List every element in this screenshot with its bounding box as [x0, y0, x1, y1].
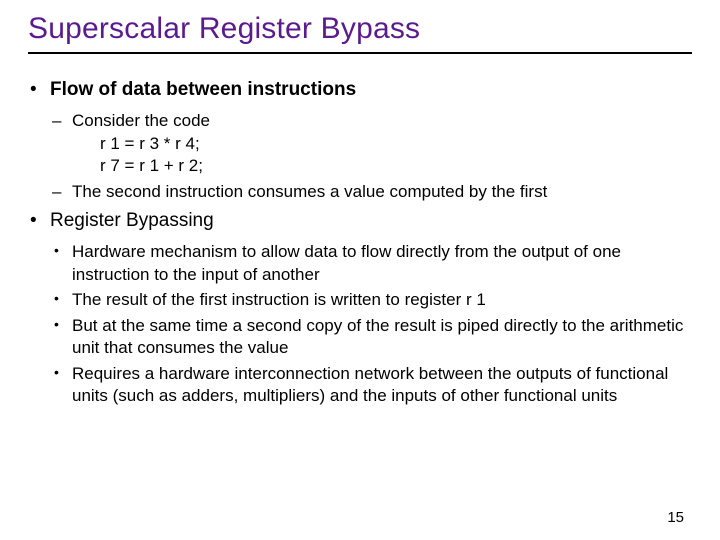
bullet-flow-of-data: Flow of data between instructions Consid…	[50, 78, 692, 203]
second-instruction-note: The second instruction consumes a value …	[72, 181, 692, 203]
result-written: The result of the first instruction is w…	[72, 289, 692, 311]
flow-heading: Flow of data between instructions	[50, 79, 356, 100]
slide-title: Superscalar Register Bypass	[28, 12, 692, 54]
second-copy: But at the same time a second copy of th…	[72, 315, 692, 360]
consider-code: Consider the code r 1 = r 3 * r 4; r 7 =…	[72, 110, 692, 177]
consider-code-text: Consider the code	[72, 111, 210, 130]
register-bypassing-heading: Register Bypassing	[50, 210, 214, 231]
bullet-list-level1: Flow of data between instructions Consid…	[28, 78, 692, 407]
bullet-register-bypassing: Register Bypassing Hardware mechanism to…	[50, 209, 692, 407]
code-line-1: r 1 = r 3 * r 4;	[72, 133, 692, 155]
page-number: 15	[667, 509, 684, 526]
bullet-list-level2-b: Hardware mechanism to allow data to flow…	[50, 241, 692, 407]
code-line-2: r 7 = r 1 + r 2;	[72, 155, 692, 177]
bullet-list-level2-a: Consider the code r 1 = r 3 * r 4; r 7 =…	[50, 110, 692, 203]
requires-network: Requires a hardware interconnection netw…	[72, 363, 692, 408]
hw-mechanism: Hardware mechanism to allow data to flow…	[72, 241, 692, 286]
